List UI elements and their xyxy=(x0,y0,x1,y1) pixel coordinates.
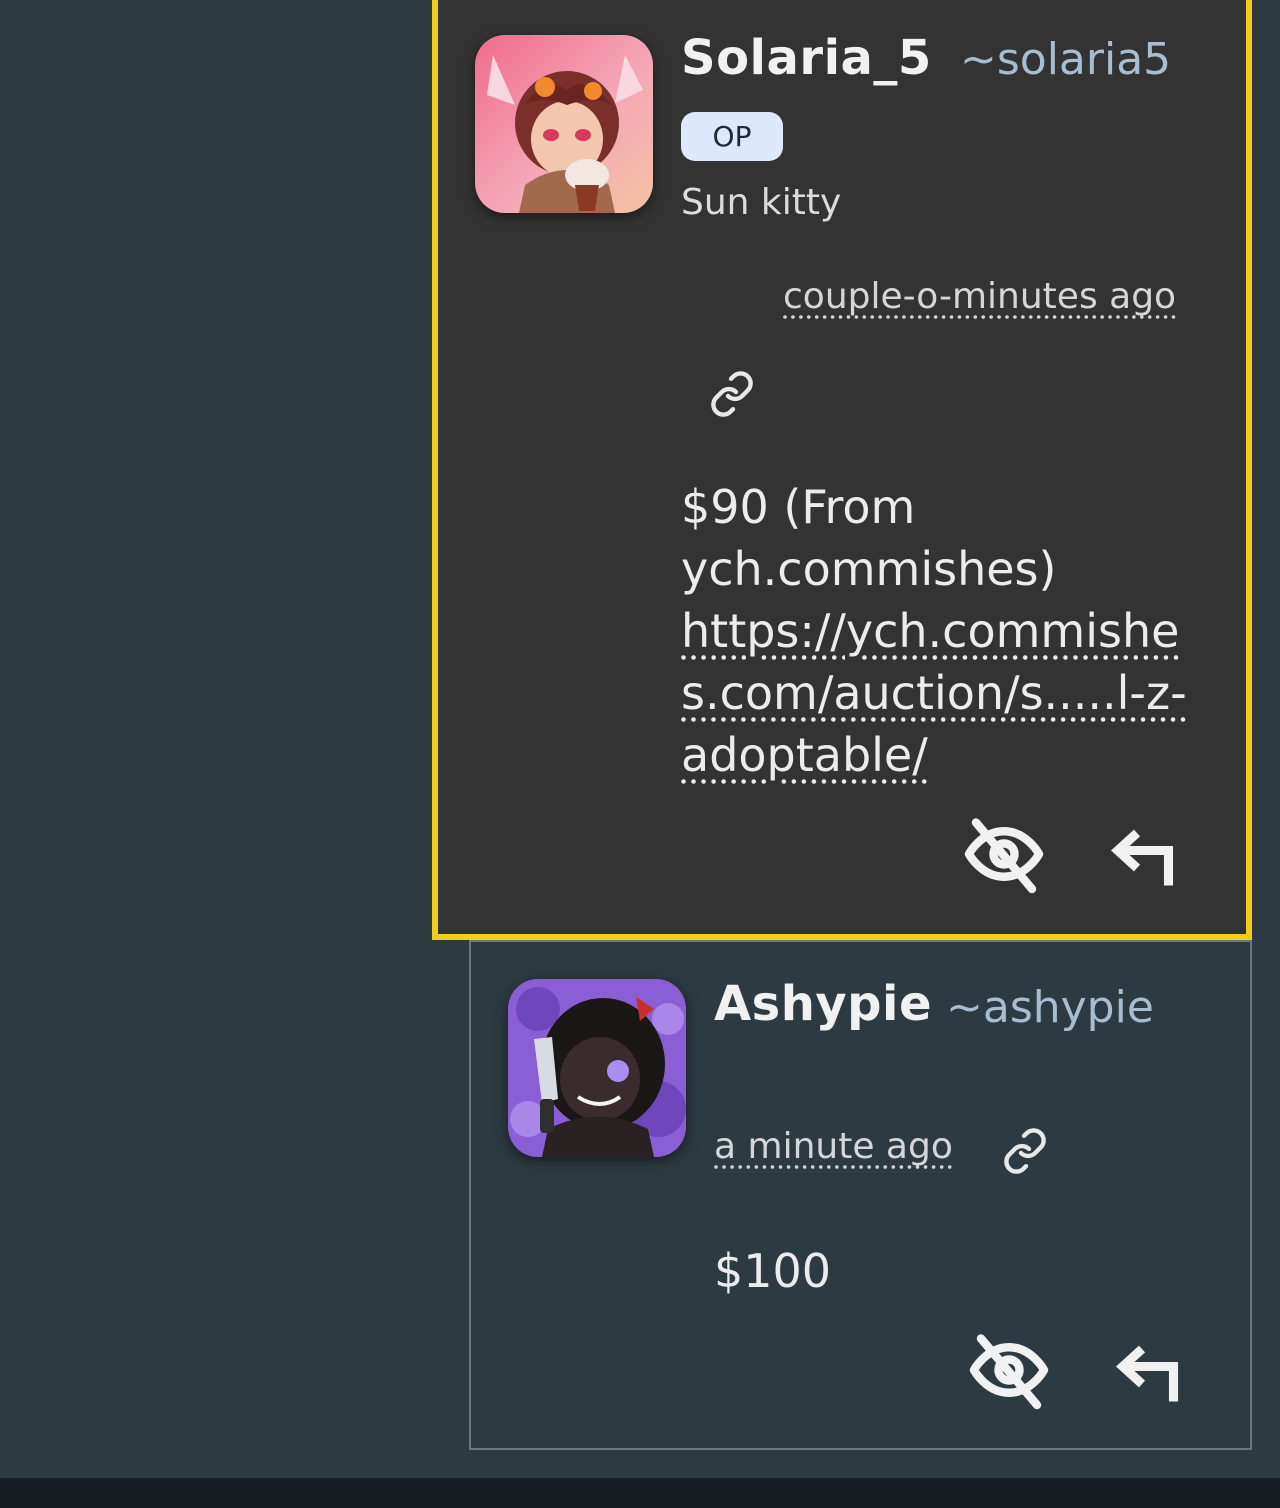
reply-arrow-icon xyxy=(1110,829,1174,886)
comment-timestamp[interactable]: a minute ago xyxy=(714,1126,953,1167)
user-subtitle: Sun kitty xyxy=(681,182,842,223)
link-icon[interactable] xyxy=(708,370,756,418)
avatar-image xyxy=(475,35,653,213)
reply-button[interactable] xyxy=(1102,812,1186,896)
op-badge: OP xyxy=(681,112,783,161)
avatar-image xyxy=(508,979,686,1157)
highlighted-comment-card: Solaria_5 ~solaria5 OP Sun kitty couple-… xyxy=(432,0,1252,940)
user-handle[interactable]: ~solaria5 xyxy=(960,34,1171,85)
comment-link[interactable]: https://ych.commishes.com/auction/s.....… xyxy=(681,604,1187,782)
bottom-navigation-bar xyxy=(0,1478,1280,1508)
comment-text: $90 (From ych.commishes) xyxy=(681,480,1057,596)
comment-timestamp[interactable]: couple-o-minutes ago xyxy=(783,276,1176,317)
hide-button[interactable] xyxy=(967,1328,1051,1412)
avatar[interactable] xyxy=(475,35,653,213)
reply-button[interactable] xyxy=(1107,1328,1191,1412)
avatar[interactable] xyxy=(508,979,686,1157)
hide-button[interactable] xyxy=(962,812,1046,896)
reply-comment-card: Ashypie ~ashypie a minute ago $100 xyxy=(469,940,1252,1450)
eye-off-icon xyxy=(964,818,1044,894)
comment-body: $100 xyxy=(714,1240,1214,1302)
link-icon[interactable] xyxy=(1001,1127,1049,1175)
reply-arrow-icon xyxy=(1115,1345,1179,1402)
comment-text: $100 xyxy=(714,1244,832,1298)
eye-off-icon xyxy=(969,1334,1049,1410)
user-handle[interactable]: ~ashypie xyxy=(946,982,1154,1033)
username[interactable]: Ashypie xyxy=(714,976,932,1032)
comment-body: $90 (From ych.commishes) https://ych.com… xyxy=(681,476,1211,786)
username[interactable]: Solaria_5 xyxy=(681,30,932,86)
